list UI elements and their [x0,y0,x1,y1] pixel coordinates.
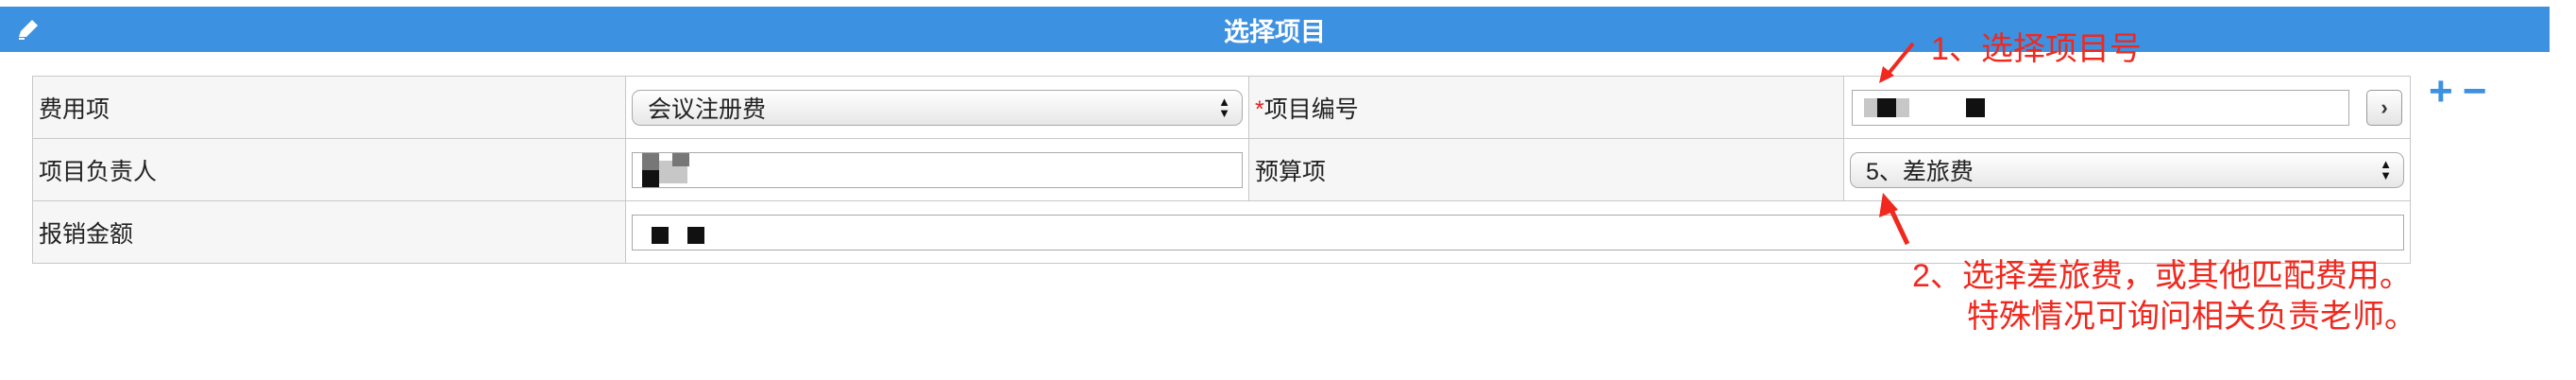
chevron-right-icon: › [2381,95,2388,119]
expense-item-select[interactable]: 会议注册费 ▲ ▼ [632,89,1243,126]
redacted-block [672,152,689,166]
budget-item-value: 5、差旅费 [1866,158,1974,185]
pencil-icon [19,20,38,40]
redacted-block [642,152,659,170]
expense-item-value: 会议注册费 [648,95,767,123]
row-actions: +− [2429,68,2496,115]
project-lead-input[interactable] [632,151,1243,188]
redacted-block [1877,97,1896,117]
project-number-label-cell: *项目编号 [1248,76,1844,139]
project-number-label: 项目编号 [1263,95,1359,123]
redacted-block [652,226,669,244]
budget-item-label: 预算项 [1248,138,1844,201]
annotation-ask-teacher: 特殊情况可询问相关负责老师。 [1967,299,2416,335]
dialog-header: 选择项目 [0,7,2550,52]
select-arrows-icon: ▲ ▼ [1218,94,1230,120]
form-row-expense-item: 费用项 会议注册费 ▲ ▼ *项目编号 › [32,76,2411,139]
form-row-project-lead: 项目负责人 预算项 5、差旅费 ▲ ▼ [32,138,2411,201]
pick-project-button[interactable]: › [2366,89,2402,126]
annotation-select-travel: 2、选择差旅费，或其他匹配费用。 [1912,258,2412,294]
annotation-select-project: 1、选择项目号 [1931,31,2142,67]
amount-label: 报销金额 [32,200,626,264]
redacted-block [1864,97,1877,117]
amount-input[interactable] [632,214,2404,250]
expense-item-cell: 会议注册费 ▲ ▼ [625,76,1249,139]
required-mark: * [1255,95,1264,123]
budget-item-select[interactable]: 5、差旅费 ▲ ▼ [1850,151,2404,188]
dialog-title: 选择项目 [1224,17,1326,46]
redacted-block [687,226,704,244]
project-lead-label: 项目负责人 [32,138,626,201]
select-arrows-icon: ▲ ▼ [2380,156,2392,182]
redacted-block [1896,97,1909,117]
project-number-cell: › [1843,76,2411,139]
remove-row-button[interactable]: − [2463,68,2497,114]
project-number-input[interactable] [1852,89,2349,126]
add-row-button[interactable]: + [2429,68,2463,114]
redacted-block [1966,97,1985,117]
annotation-arrow-icon [1879,42,1915,83]
annotation-arrow-icon [1879,193,1910,246]
project-lead-cell [625,138,1249,201]
expense-item-label: 费用项 [32,76,626,139]
expense-form: 费用项 会议注册费 ▲ ▼ *项目编号 › 项目负责人 预算项 5、差旅费 ▲ … [32,76,2411,264]
redacted-block [642,169,659,187]
budget-item-cell: 5、差旅费 ▲ ▼ [1843,138,2411,201]
